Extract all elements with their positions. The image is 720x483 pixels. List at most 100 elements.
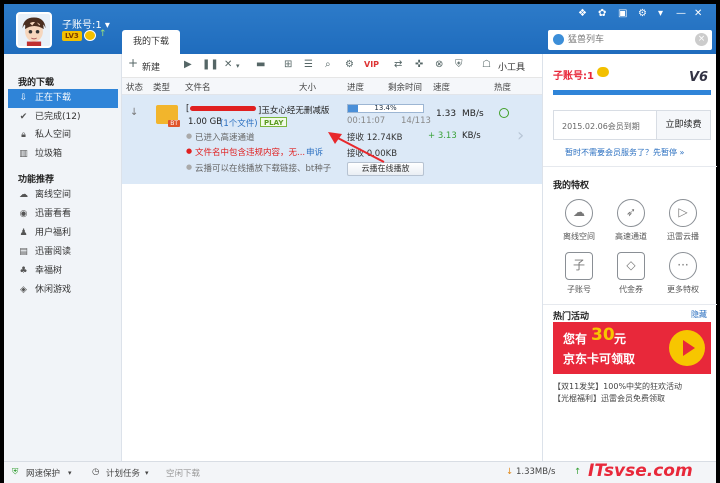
sidebar-item-trash[interactable]: ▥ 垃圾箱 xyxy=(18,145,122,164)
schedule-button[interactable]: 计划任务 xyxy=(106,467,140,479)
promo-banner[interactable]: 您有 30 元 京东卡可领取 xyxy=(553,322,711,374)
annotation-arrow-icon xyxy=(328,132,385,163)
plus-icon[interactable]: + xyxy=(128,56,138,70)
bt-file-icon: BT xyxy=(156,105,180,127)
news-item[interactable]: 【双11发奖】100%中奖的狂欢活动 xyxy=(553,381,682,392)
col-size[interactable]: 大小 xyxy=(299,81,316,93)
account-name[interactable]: 子账号:1 xyxy=(553,67,594,82)
eye-icon: ◉ xyxy=(19,209,28,219)
banner-text-a: 您有 xyxy=(563,332,588,346)
list-view-icon[interactable]: ☰ xyxy=(304,59,313,70)
privileges-title: 我的特权 xyxy=(553,181,590,191)
clear-icon[interactable]: × xyxy=(695,33,708,46)
play-button[interactable]: PLAY xyxy=(260,117,288,127)
user-icon: ♟ xyxy=(19,228,28,238)
speed-main: 1.33 xyxy=(436,109,457,119)
banner-amount: 30 xyxy=(591,325,615,345)
pause-vip-link[interactable]: 暂时不需要会员服务了？先暂停 » xyxy=(565,147,684,158)
gamepad-icon[interactable]: ✜ xyxy=(415,59,423,70)
vip-growth-bar xyxy=(553,90,711,95)
game-icon: ◈ xyxy=(20,285,27,295)
col-filename[interactable]: 文件名 xyxy=(185,81,211,93)
renew-button[interactable]: 立即续费 xyxy=(656,111,710,139)
start-icon[interactable]: ▶ xyxy=(184,59,192,70)
task-name: ]玉女心经无删减版 xyxy=(258,106,330,116)
speed-protect-toggle[interactable]: 网速保护 xyxy=(26,467,60,479)
search-box[interactable]: × xyxy=(548,30,712,50)
sidebar-item-completed[interactable]: ✔ 已完成(12) xyxy=(18,108,122,127)
find-icon[interactable]: ⌕ xyxy=(325,59,331,70)
col-heat[interactable]: 热度 xyxy=(494,81,511,93)
chevron-right-icon[interactable]: › xyxy=(517,125,524,146)
tree-icon: ♣ xyxy=(19,266,28,276)
minimize-icon[interactable]: — xyxy=(676,8,686,19)
new-task-button[interactable]: 新建 xyxy=(142,60,160,73)
banner-text-b: 元 xyxy=(614,332,627,346)
feature-high-speed[interactable]: ➶ 高速通道 xyxy=(609,199,653,242)
idle-download-button[interactable]: 空闲下载 xyxy=(166,467,200,479)
progress-percent: 13.4% xyxy=(374,104,397,112)
sidebar-item-private[interactable]: 🔒︎ 私人空间 xyxy=(18,126,122,145)
progress-bar: 13.4% xyxy=(347,104,424,113)
cloud-play-button[interactable]: 云播在线播放 xyxy=(347,162,424,176)
sidebar-item-welfare[interactable]: ♟ 用户福利 xyxy=(18,224,122,243)
feature-more[interactable]: ··· 更多特权 xyxy=(661,252,705,295)
title-bar: 子账号:1 ▾ LV3 ↑ 我的下载 ❖ ✿ ▣ ⚙ ▾ — ✕ × xyxy=(4,4,716,54)
schedule-dropdown-icon[interactable]: ▾ xyxy=(145,469,149,477)
divider xyxy=(543,166,717,167)
sidebar-item-downloading[interactable]: ⇩ 正在下载 xyxy=(8,89,118,108)
settings-icon[interactable]: ⚙ xyxy=(638,8,647,19)
feature-offline[interactable]: ☁ 离线空间 xyxy=(557,199,601,242)
cloud-play-icon: ▷ xyxy=(669,199,697,227)
bt-badge: BT xyxy=(168,120,180,127)
appeal-link[interactable]: 申诉 xyxy=(306,146,323,158)
skin-icon[interactable]: ❖ xyxy=(578,8,587,19)
gear-icon[interactable]: ⚙ xyxy=(345,59,354,70)
downloading-status-icon: ↓ xyxy=(130,107,139,118)
feature-voucher[interactable]: ◇ 代金券 xyxy=(609,252,653,295)
grid-view-icon[interactable]: ⊞ xyxy=(284,59,292,70)
col-remaining[interactable]: 剩余时间 xyxy=(388,81,422,93)
sidebar-item-offline[interactable]: ☁ 离线空间 xyxy=(18,186,122,205)
pause-icon[interactable]: ❚❚ xyxy=(202,59,219,70)
protect-dropdown-icon[interactable]: ▾ xyxy=(68,469,72,477)
tab-my-downloads[interactable]: 我的下载 xyxy=(122,30,180,54)
sidebar-item-reading[interactable]: ▤ 迅雷阅读 xyxy=(18,243,122,262)
feature-sub-account[interactable]: 子子账号 xyxy=(557,252,601,295)
vip-level-logo: V6 xyxy=(689,70,709,85)
share-icon[interactable]: ⇄ xyxy=(394,59,402,70)
col-speed[interactable]: 速度 xyxy=(433,81,450,93)
shield-icon[interactable]: ⛨ xyxy=(455,59,463,70)
mascot-icon[interactable]: ✿ xyxy=(598,8,606,19)
col-progress[interactable]: 进度 xyxy=(347,81,364,93)
vip-icon[interactable]: VIP xyxy=(364,60,379,69)
task-line-high-speed: 已进入高速通道 xyxy=(195,133,255,143)
task-line-warning: 文件名中包含违规内容，无... xyxy=(195,148,306,158)
feature-cloud-play[interactable]: ▷ 迅雷云播 xyxy=(661,199,705,242)
banner-text-line2: 京东卡可领取 xyxy=(563,352,636,366)
folder-icon[interactable]: ▬ xyxy=(256,59,265,70)
cloud-icon: ☁ xyxy=(19,190,28,200)
search-input[interactable] xyxy=(568,33,686,47)
avatar[interactable] xyxy=(16,12,52,48)
message-icon[interactable]: ▣ xyxy=(618,8,627,19)
delete-icon[interactable]: ✕ xyxy=(224,59,232,70)
task-name-bracket: [ xyxy=(186,104,190,114)
delete-dropdown-icon[interactable]: ▾ xyxy=(236,62,240,70)
task-file-count-link[interactable]: (1个文件) xyxy=(220,117,258,129)
news-item[interactable]: 【光棍福利】迅雷会员免费领取 xyxy=(553,393,665,404)
robot-icon[interactable]: ☖ xyxy=(482,59,491,70)
tools-button[interactable]: 小工具 xyxy=(498,60,525,73)
bullet-icon: ● xyxy=(186,163,193,171)
col-type[interactable]: 类型 xyxy=(153,81,170,93)
close-icon[interactable]: ✕ xyxy=(694,8,702,19)
menu-icon[interactable]: ▾ xyxy=(658,8,663,19)
sidebar-item-tree[interactable]: ♣ 幸福树 xyxy=(18,262,122,281)
sidebar-item-kankan[interactable]: ◉ 迅雷看看 xyxy=(18,205,122,224)
right-panel: 子账号:1 V6 2015.02.06会员到期 立即续费 暂时不需要会员服务了？… xyxy=(542,54,717,461)
sidebar-item-games[interactable]: ◈ 休闲游戏 xyxy=(18,281,122,300)
banner-play-icon xyxy=(669,330,705,366)
col-status[interactable]: 状态 xyxy=(126,81,143,93)
film-icon[interactable]: ⊗ xyxy=(435,59,443,70)
hide-link[interactable]: 隐藏 xyxy=(691,309,707,320)
